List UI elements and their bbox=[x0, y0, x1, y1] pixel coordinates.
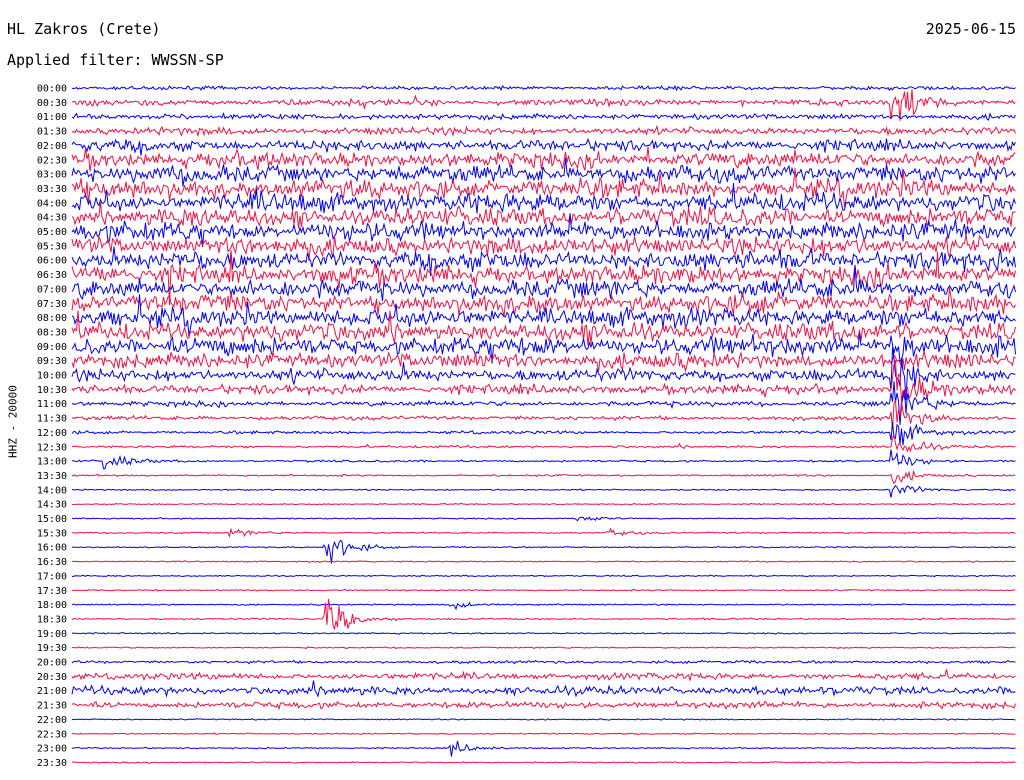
trace-line-2300 bbox=[71, 740, 1016, 757]
trace-line-0200 bbox=[71, 137, 1016, 156]
trace-line-0630 bbox=[71, 249, 1016, 305]
time-tick-label: 13:00 bbox=[37, 457, 67, 468]
trace-line-0930 bbox=[71, 351, 1016, 373]
time-tick-label: 05:00 bbox=[37, 227, 67, 238]
time-tick-label: 14:00 bbox=[37, 485, 67, 496]
time-tick-label: 17:30 bbox=[37, 586, 67, 597]
time-tick-label: 03:30 bbox=[37, 184, 67, 195]
time-tick-label: 08:30 bbox=[37, 327, 67, 338]
time-tick-label: 10:30 bbox=[37, 385, 67, 396]
trace-line-0900 bbox=[71, 333, 1016, 364]
trace-line-0130 bbox=[71, 124, 1016, 138]
time-tick-label: 11:00 bbox=[37, 399, 67, 410]
time-tick-label: 22:00 bbox=[37, 715, 67, 726]
time-tick-label: 13:30 bbox=[37, 471, 67, 482]
time-tick-label: 12:00 bbox=[37, 428, 67, 439]
time-tick-label: 02:30 bbox=[37, 155, 67, 166]
time-tick-label: 03:00 bbox=[37, 170, 67, 181]
trace-line-1600 bbox=[71, 539, 1016, 564]
time-tick-label: 15:00 bbox=[37, 514, 67, 525]
trace-line-1530 bbox=[72, 527, 1016, 538]
time-tick-label: 05:30 bbox=[37, 241, 67, 252]
time-tick-label: 12:30 bbox=[37, 442, 67, 453]
time-tick-label: 09:00 bbox=[37, 342, 67, 353]
time-tick-label: 21:00 bbox=[37, 686, 67, 697]
trace-line-2030 bbox=[71, 669, 1016, 682]
trace-line-1900 bbox=[72, 631, 1016, 635]
trace-line-1700 bbox=[71, 574, 1016, 578]
helicorder-plot: 00:00 00:30 01:00 01:30 02:00 02:30 03:00 03:30… bbox=[37, 84, 1016, 769]
time-tick-label: 23:00 bbox=[37, 744, 67, 755]
trace-line-2000 bbox=[71, 659, 1016, 665]
trace-line-1930 bbox=[71, 646, 1016, 650]
time-tick-label: 07:00 bbox=[37, 284, 67, 295]
time-tick-label: 07:30 bbox=[37, 299, 67, 310]
trace-line-1230 bbox=[71, 433, 1016, 453]
time-tick-label: 10:00 bbox=[37, 371, 67, 382]
time-tick-label: 19:30 bbox=[37, 643, 67, 654]
time-tick-label: 16:00 bbox=[37, 543, 67, 554]
trace-line-0430 bbox=[71, 202, 1016, 229]
time-tick-label: 06:00 bbox=[37, 256, 67, 267]
time-tick-label: 18:00 bbox=[37, 600, 67, 611]
trace-line-0700 bbox=[71, 264, 1016, 301]
trace-line-1430 bbox=[71, 502, 1016, 506]
trace-line-2100 bbox=[71, 680, 1016, 698]
trace-line-1000 bbox=[71, 347, 1016, 401]
time-tick-label: 04:30 bbox=[37, 213, 67, 224]
time-tick-label: 18:30 bbox=[37, 614, 67, 625]
trace-line-1400 bbox=[71, 484, 1016, 498]
trace-line-1730 bbox=[71, 588, 1016, 592]
trace-line-1300 bbox=[71, 449, 1016, 470]
trace-line-0100 bbox=[71, 112, 1016, 121]
time-tick-label: 09:30 bbox=[37, 356, 67, 367]
trace-group bbox=[71, 84, 1016, 764]
time-tick-label: 17:00 bbox=[37, 571, 67, 582]
trace-line-1330 bbox=[71, 469, 1016, 485]
time-tick-labels: 00:00 00:30 01:00 01:30 02:00 02:30 03:00 03:30… bbox=[37, 84, 67, 769]
trace-line-1830 bbox=[71, 598, 1016, 630]
trace-line-0300 bbox=[71, 157, 1016, 187]
time-tick-label: 22:30 bbox=[37, 729, 67, 740]
time-tick-label: 14:30 bbox=[37, 500, 67, 511]
time-tick-label: 20:00 bbox=[37, 658, 67, 669]
trace-line-2130 bbox=[71, 700, 1016, 711]
time-tick-label: 02:00 bbox=[37, 141, 67, 152]
trace-line-1030 bbox=[71, 360, 1016, 402]
trace-line-0530 bbox=[71, 233, 1016, 262]
time-tick-label: 15:30 bbox=[37, 528, 67, 539]
time-tick-label: 23:30 bbox=[37, 758, 67, 769]
time-tick-label: 20:30 bbox=[37, 672, 67, 683]
time-tick-label: 21:30 bbox=[37, 701, 67, 712]
trace-line-1200 bbox=[71, 421, 1016, 446]
time-tick-label: 04:00 bbox=[37, 198, 67, 209]
time-tick-label: 00:00 bbox=[37, 84, 67, 95]
trace-line-0000 bbox=[71, 84, 1016, 92]
trace-line-0400 bbox=[71, 183, 1016, 214]
time-tick-label: 08:00 bbox=[37, 313, 67, 324]
time-tick-label: 11:30 bbox=[37, 414, 67, 425]
trace-line-1800 bbox=[71, 601, 1016, 611]
trace-line-2330 bbox=[71, 761, 1016, 764]
trace-line-2200 bbox=[71, 718, 1016, 721]
time-tick-label: 19:00 bbox=[37, 629, 67, 640]
trace-line-1630 bbox=[71, 560, 1016, 563]
trace-line-2230 bbox=[71, 732, 1016, 736]
trace-line-1500 bbox=[71, 516, 1016, 522]
time-tick-label: 00:30 bbox=[37, 98, 67, 109]
time-tick-label: 06:30 bbox=[37, 270, 67, 281]
time-tick-label: 01:30 bbox=[37, 127, 67, 138]
time-tick-label: 16:30 bbox=[37, 557, 67, 568]
time-tick-label: 01:00 bbox=[37, 112, 67, 123]
